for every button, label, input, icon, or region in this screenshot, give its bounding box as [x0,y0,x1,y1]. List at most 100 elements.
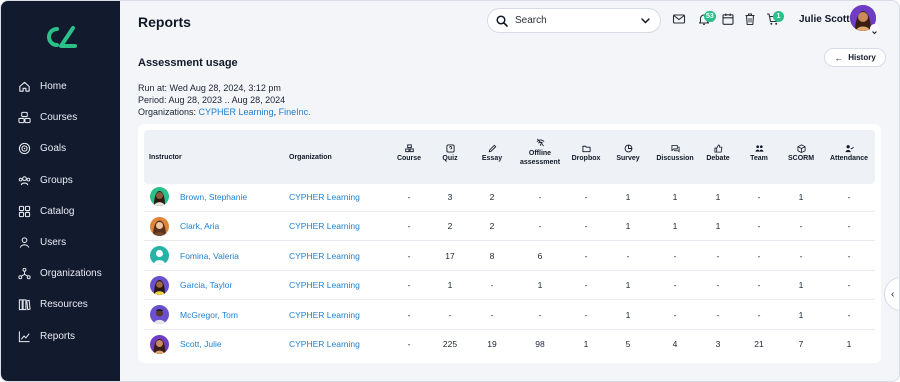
col-team[interactable]: Team [744,144,774,162]
value-cell: 1 [625,191,631,202]
cypher-logo[interactable] [43,25,79,49]
value-cell: - [757,191,761,202]
search-icon [496,14,508,27]
organization-cell: CYPHER Learning [289,300,360,330]
chevron-left-icon: ‹ [891,288,895,300]
instructor-cell: Scott, Julie [150,330,222,360]
value-cell: - [847,191,851,202]
instructor-link[interactable]: Clark, Aria [180,221,219,231]
value-cell: - [673,280,677,291]
col-survey-label: Survey [616,155,640,162]
value-cell: - [716,280,720,291]
organization-link[interactable]: CYPHER Learning [289,339,360,349]
sidebar-item-organizations[interactable]: Organizations [1,258,120,289]
organization-link[interactable]: CYPHER Learning [289,310,360,320]
sidebar-item-catalog[interactable]: Catalog [1,196,120,227]
history-button[interactable]: ← History [824,48,886,67]
value-cell: 1 [672,221,678,232]
col-quiz[interactable]: Quiz [435,144,465,162]
trash-icon[interactable] [743,12,757,26]
value-cell: - [538,221,542,232]
sidebar-item-reports[interactable]: Reports [1,321,120,352]
value-cell: - [757,280,761,291]
cart-badge: 1 [773,11,784,22]
value-cell: - [584,250,588,261]
col-offline-label-1: Offline [528,150,552,157]
value-cell: - [584,221,588,232]
groups-icon [18,174,31,187]
search-input[interactable] [515,15,625,26]
instructor-link[interactable]: Fomina, Valeria [180,251,239,261]
panel-toggle-button[interactable]: ‹ [884,277,899,311]
sidebar-item-users[interactable]: Users [1,227,120,258]
value-cell: - [757,221,761,232]
report-table: Instructor Organization Course Quiz Essa… [138,124,881,363]
table-header: Instructor Organization Course Quiz Essa… [144,130,875,184]
cube-icon [796,144,806,153]
avatar [150,275,169,295]
col-debate[interactable]: Debate [702,144,734,162]
sidebar-item-label: Reports [40,330,76,342]
chat-icon [670,144,680,153]
org-link-cypher[interactable]: CYPHER Learning [199,107,274,117]
value-cell: 2 [489,191,495,202]
sidebar-item-courses[interactable]: Courses [1,102,120,133]
sidebar-item-label: Catalog [40,205,75,217]
pencil-icon [488,144,496,153]
col-dropbox[interactable]: Dropbox [568,144,604,162]
search-box[interactable] [487,8,661,33]
organization-link[interactable]: CYPHER Learning [289,192,360,202]
home-icon [18,80,31,93]
instructor-link[interactable]: Brown, Stephanie [180,192,247,202]
col-essay[interactable]: Essay [477,144,507,162]
calendar-icon[interactable] [721,12,735,26]
value-cell: - [490,309,494,320]
notifications-badge: 53 [704,11,716,22]
course-icon [404,144,414,153]
col-offline-label-2: assessment [519,159,561,166]
sidebar-item-home[interactable]: Home [1,71,120,102]
sidebar-item-groups[interactable]: Groups [1,165,120,196]
value-cell: 1 [798,191,804,202]
org-link-fineinc[interactable]: FineInc. [279,107,311,117]
value-cell: - [407,191,411,202]
col-dropbox-label: Dropbox [571,155,601,162]
col-course[interactable]: Course [391,144,427,162]
col-instructor[interactable]: Instructor [149,154,182,161]
value-cell: 6 [537,250,543,261]
table-row: Scott, Julie CYPHER Learning - 225 19 98… [144,330,875,360]
table-row: Garcia, Taylor CYPHER Learning - 1 - 1 -… [144,271,875,301]
instructor-link[interactable]: Garcia, Taylor [180,280,232,290]
chevron-down-icon[interactable] [870,24,879,35]
col-organization[interactable]: Organization [289,154,332,161]
col-discussion[interactable]: Discussion [652,144,698,162]
value-cell: - [757,250,761,261]
instructor-cell: McGregor, Tom [150,300,238,330]
sidebar-item-goals[interactable]: Goals [1,133,120,164]
organization-link[interactable]: CYPHER Learning [289,221,360,231]
value-cell: 1 [625,280,631,291]
history-label: History [848,53,876,62]
value-cell: 1 [672,191,678,202]
instructor-cell: Garcia, Taylor [150,271,232,301]
sidebar-item-label: Goals [40,143,67,155]
col-offline-assessment[interactable]: Offline assessment [516,138,564,167]
value-cell: - [847,221,851,232]
col-scorm[interactable]: SCORM [784,144,818,162]
user-name[interactable]: Julie Scott [799,14,850,25]
organization-link[interactable]: CYPHER Learning [289,280,360,290]
sidebar-item-label: Home [40,81,67,93]
sidebar-item-resources[interactable]: Resources [1,289,120,320]
report-title: Assessment usage [138,57,238,69]
value-cell: - [847,250,851,261]
chevron-down-icon[interactable] [640,15,651,26]
value-cell: - [847,280,851,291]
wifi-off-icon [536,138,544,147]
col-attendance[interactable]: Attendance [825,144,873,162]
organization-link[interactable]: CYPHER Learning [289,251,360,261]
col-survey[interactable]: Survey [611,144,645,162]
page-title: Reports [138,14,191,30]
instructor-link[interactable]: Scott, Julie [180,339,222,349]
instructor-link[interactable]: McGregor, Tom [180,310,238,320]
mail-icon[interactable] [672,12,686,26]
